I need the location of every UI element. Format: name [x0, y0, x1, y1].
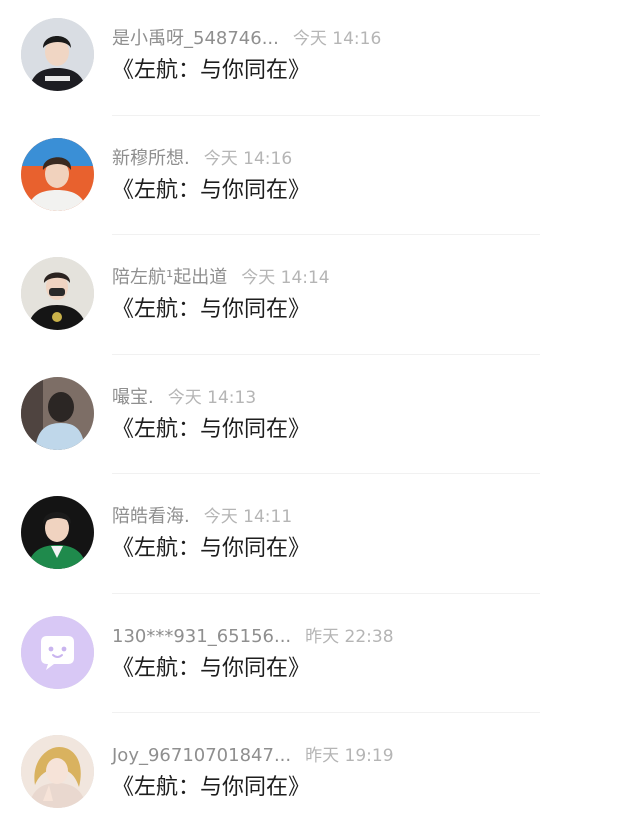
- username[interactable]: 嘬宝.: [112, 387, 154, 408]
- username[interactable]: Joy_96710701847...: [112, 745, 291, 766]
- comment-meta: Joy_96710701847... 昨天 19:19: [112, 744, 394, 768]
- comment-text: 《左航：与你同在》: [112, 177, 311, 203]
- comment-time: 今天 14:16: [203, 148, 293, 169]
- avatar[interactable]: [21, 376, 94, 450]
- boy-white-shirt-avatar-icon: [21, 137, 94, 211]
- divider: [112, 234, 540, 235]
- comment-time: 今天 14:11: [203, 507, 293, 527]
- avatar[interactable]: [21, 735, 94, 808]
- boy-back-view-avatar-icon: [21, 376, 94, 450]
- comment-text: 《左航：与你同在》: [112, 536, 311, 561]
- divider: [112, 712, 540, 713]
- avatar[interactable]: [21, 137, 94, 211]
- comment-item[interactable]: 陪皓看海. 今天 14:11 《左航：与你同在》: [0, 478, 640, 598]
- comment-time: 今天 14:13: [167, 387, 257, 408]
- comment-text: 《左航：与你同在》: [112, 655, 311, 681]
- username[interactable]: 是小禹呀_548746...: [112, 28, 279, 49]
- comment-text: 《左航：与你同在》: [112, 297, 311, 322]
- comment-meta: 嘬宝. 今天 14:13: [112, 386, 256, 410]
- anime-girl-avatar-icon: [21, 735, 94, 808]
- username[interactable]: 新穆所想.: [112, 148, 190, 169]
- comment-meta: 新穆所想. 今天 14:16: [112, 147, 292, 171]
- comment-meta: 是小禹呀_548746... 今天 14:16: [112, 27, 381, 51]
- comment-meta: 130***931_65156... 昨天 22:38: [112, 625, 394, 649]
- boy-green-jacket-avatar-icon: [21, 496, 94, 569]
- comment-meta: 陪左航¹起出道 今天 14:14: [112, 266, 330, 290]
- comment-time: 昨天 22:38: [305, 626, 394, 647]
- comment-text: 《左航：与你同在》: [112, 416, 311, 442]
- comment-item[interactable]: 陪左航¹起出道 今天 14:14 《左航：与你同在》: [0, 239, 640, 359]
- comment-time: 今天 14:14: [241, 268, 330, 288]
- divider: [112, 114, 540, 116]
- avatar[interactable]: [21, 615, 94, 689]
- comment-time: 今天 14:16: [292, 29, 382, 49]
- comment-list: 是小禹呀_548746... 今天 14:16 《左航：与你同在》 新穆所想. 今天…: [0, 0, 640, 837]
- comment-item[interactable]: 嘬宝. 今天 14:13 《左航：与你同在》: [0, 359, 640, 479]
- boy-black-hoodie-avatar-icon: [21, 18, 94, 91]
- avatar[interactable]: [21, 496, 94, 569]
- avatar[interactable]: [21, 18, 94, 91]
- comment-text: 《左航：与你同在》: [112, 775, 311, 800]
- comment-item[interactable]: 是小禹呀_548746... 今天 14:16 《左航：与你同在》: [0, 0, 640, 120]
- comment-item[interactable]: Joy_96710701847... 昨天 19:19 《左航：与你同在》: [0, 717, 640, 837]
- comment-item[interactable]: 130***931_65156... 昨天 22:38 《左航：与你同在》: [0, 598, 640, 718]
- divider: [112, 592, 540, 594]
- comment-item[interactable]: 新穆所想. 今天 14:16 《左航：与你同在》: [0, 120, 640, 240]
- comment-text: 《左航：与你同在》: [112, 58, 311, 83]
- boy-black-tee-avatar-icon: [21, 257, 94, 330]
- username[interactable]: 130***931_65156...: [112, 626, 291, 647]
- divider: [112, 353, 540, 355]
- username[interactable]: 陪左航¹起出道: [112, 267, 227, 288]
- comment-meta: 陪皓看海. 今天 14:11: [112, 505, 292, 529]
- avatar[interactable]: [21, 257, 94, 330]
- comment-time: 昨天 19:19: [305, 746, 394, 766]
- chat-bubble-default-avatar-icon: [21, 615, 94, 689]
- divider: [112, 473, 540, 474]
- username[interactable]: 陪皓看海.: [112, 506, 190, 527]
